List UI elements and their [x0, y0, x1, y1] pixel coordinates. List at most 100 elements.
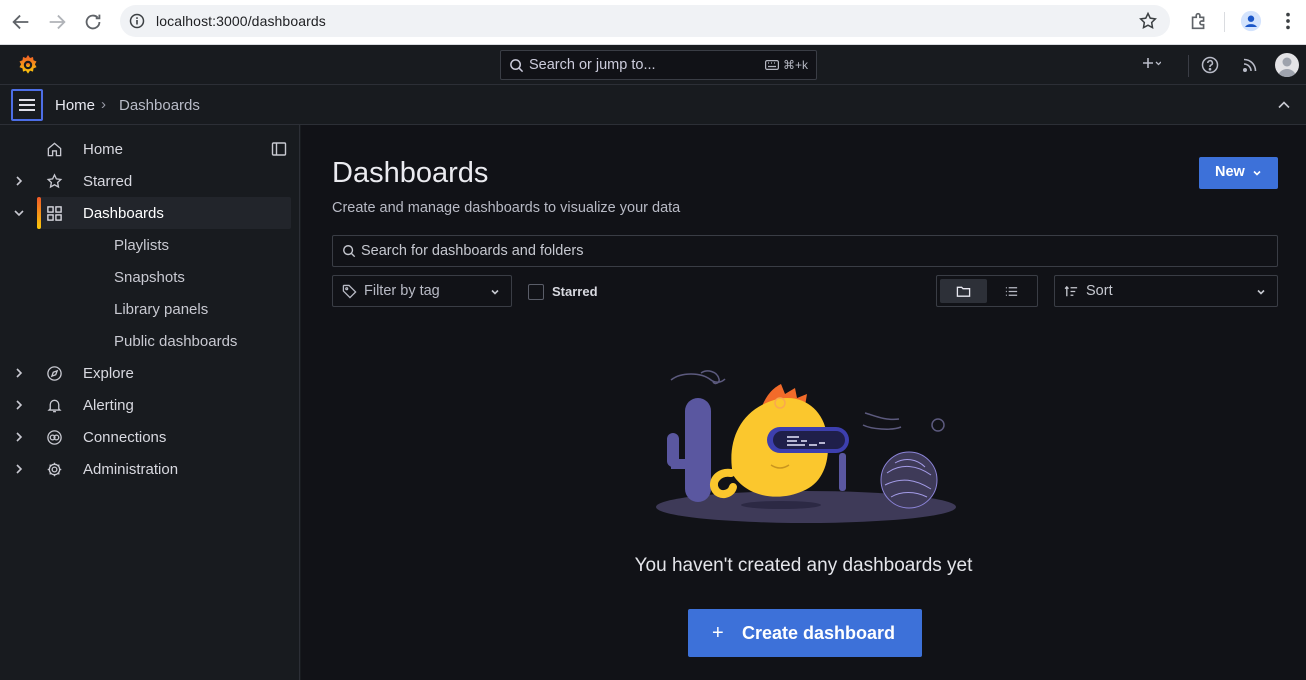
sidebar-item-label: Administration — [83, 461, 179, 478]
add-new-icon[interactable] — [1141, 55, 1161, 75]
chevron-down-icon — [491, 289, 499, 295]
site-info-icon[interactable] — [129, 13, 145, 29]
create-dashboard-button[interactable]: + Create dashboard — [688, 609, 922, 657]
sidebar-item-library-panels[interactable]: Library panels — [31, 293, 331, 325]
active-indicator — [37, 197, 41, 229]
sidebar-item-label: Public dashboards — [114, 333, 238, 350]
search-icon — [510, 59, 524, 73]
keyboard-shortcut: ⌘+k — [764, 58, 808, 72]
new-button-label: New — [1215, 164, 1245, 180]
sidebar-item-label: Explore — [83, 365, 134, 382]
chevron-right-icon[interactable] — [12, 366, 26, 380]
tag-filter-placeholder: Filter by tag — [364, 283, 440, 299]
browser-chrome: localhost:3000/dashboards — [0, 0, 1306, 45]
sidebar-item-label: Playlists — [114, 237, 170, 254]
breadcrumb-separator: › — [101, 96, 106, 113]
chevron-down-icon — [1257, 289, 1265, 295]
grafana-topbar: Search or jump to... ⌘+k — [0, 45, 1306, 85]
sidebar-item-label: Connections — [83, 429, 167, 446]
create-dashboard-label: Create dashboard — [742, 623, 896, 643]
extensions-icon[interactable] — [1188, 10, 1210, 32]
global-search-placeholder: Search or jump to... — [529, 57, 656, 73]
empty-state-illustration — [656, 370, 956, 523]
menu-line — [19, 109, 35, 111]
keyboard-icon — [764, 60, 779, 70]
browser-menu-icon[interactable] — [1277, 10, 1299, 32]
sidebar-item-administration[interactable]: Administration — [0, 453, 300, 485]
tag-filter-select[interactable]: Filter by tag — [332, 275, 512, 307]
sidebar-item-label: Home — [83, 141, 124, 158]
sidebar-item-label: Library panels — [114, 301, 209, 318]
dashboard-search-placeholder: Search for dashboards and folders — [361, 243, 584, 259]
main-content: Dashboards Create and manage dashboards … — [301, 125, 1306, 680]
starred-label[interactable]: Starred — [552, 284, 598, 299]
reload-icon[interactable] — [82, 11, 104, 33]
chevron-right-icon[interactable] — [12, 462, 26, 476]
sidebar: Home Starred Dashboards Playlists Snapsh… — [0, 125, 300, 680]
list-view-button[interactable] — [988, 279, 1035, 303]
breadcrumb-bar: Home › Dashboards — [0, 85, 1306, 125]
menu-line — [19, 104, 35, 106]
tag-icon — [342, 284, 357, 299]
bell-icon — [47, 399, 62, 413]
chevron-right-icon[interactable] — [12, 398, 26, 412]
star-icon — [46, 173, 63, 189]
shortcut-label: ⌘+k — [782, 58, 808, 72]
cog-icon — [47, 462, 62, 477]
sidebar-item-alerting[interactable]: Alerting — [0, 389, 300, 421]
help-icon[interactable] — [1200, 55, 1220, 75]
sidebar-item-dashboards[interactable]: Dashboards — [0, 197, 300, 229]
user-avatar-icon — [1278, 57, 1296, 77]
page-subtitle: Create and manage dashboards to visualiz… — [332, 200, 681, 216]
global-search-input[interactable]: Search or jump to... ⌘+k — [500, 50, 817, 80]
sort-placeholder: Sort — [1086, 283, 1113, 299]
sidebar-item-explore[interactable]: Explore — [0, 357, 300, 389]
home-icon — [47, 142, 62, 157]
chevron-up-icon[interactable] — [1276, 97, 1292, 113]
empty-state-message: You haven't created any dashboards yet — [634, 555, 973, 576]
sort-icon — [1064, 285, 1078, 297]
url-text: localhost:3000/dashboards — [156, 13, 326, 29]
address-bar[interactable]: localhost:3000/dashboards — [120, 5, 1170, 37]
grafana-logo-icon[interactable] — [16, 53, 40, 77]
toolbar-divider — [1224, 12, 1225, 32]
chevron-right-icon[interactable] — [12, 174, 26, 188]
sidebar-item-label: Snapshots — [114, 269, 185, 286]
sort-select[interactable]: Sort — [1054, 275, 1278, 307]
news-rss-icon[interactable] — [1240, 55, 1260, 75]
sidebar-item-public-dashboards[interactable]: Public dashboards — [31, 325, 331, 357]
dashboard-search-input[interactable]: Search for dashboards and folders — [332, 235, 1278, 267]
breadcrumb-current: Dashboards — [119, 97, 200, 114]
user-avatar[interactable] — [1275, 53, 1299, 77]
menu-line — [19, 99, 35, 101]
sidebar-item-connections[interactable]: Connections — [0, 421, 300, 453]
sidebar-item-home[interactable]: Home — [0, 133, 300, 165]
chevron-right-icon[interactable] — [12, 430, 26, 444]
breadcrumb-home[interactable]: Home — [55, 97, 95, 114]
forward-icon[interactable] — [46, 11, 68, 33]
back-icon[interactable] — [10, 11, 32, 33]
menu-toggle-button[interactable] — [11, 89, 43, 121]
active-highlight — [37, 197, 291, 229]
chevron-down-icon[interactable] — [12, 206, 26, 220]
topbar-divider — [1188, 55, 1189, 77]
page-title: Dashboards — [332, 157, 489, 189]
chevron-down-icon — [1253, 170, 1261, 176]
connections-icon — [47, 430, 62, 445]
view-mode-toggle — [936, 275, 1038, 307]
sidebar-item-snapshots[interactable]: Snapshots — [31, 261, 331, 293]
sidebar-item-starred[interactable]: Starred — [0, 165, 300, 197]
plus-icon: + — [712, 622, 724, 644]
starred-checkbox[interactable] — [528, 284, 544, 300]
list-icon — [1005, 287, 1018, 296]
profile-icon[interactable] — [1240, 10, 1262, 32]
bookmark-star-icon[interactable] — [1138, 11, 1158, 31]
sidebar-item-label: Alerting — [83, 397, 134, 414]
sidebar-item-label: Dashboards — [83, 205, 164, 222]
folder-view-button[interactable] — [940, 279, 987, 303]
new-button[interactable]: New — [1199, 157, 1278, 189]
sidebar-item-playlists[interactable]: Playlists — [31, 229, 331, 261]
search-icon — [343, 245, 356, 258]
folder-icon — [956, 286, 971, 297]
apps-icon — [47, 206, 62, 221]
